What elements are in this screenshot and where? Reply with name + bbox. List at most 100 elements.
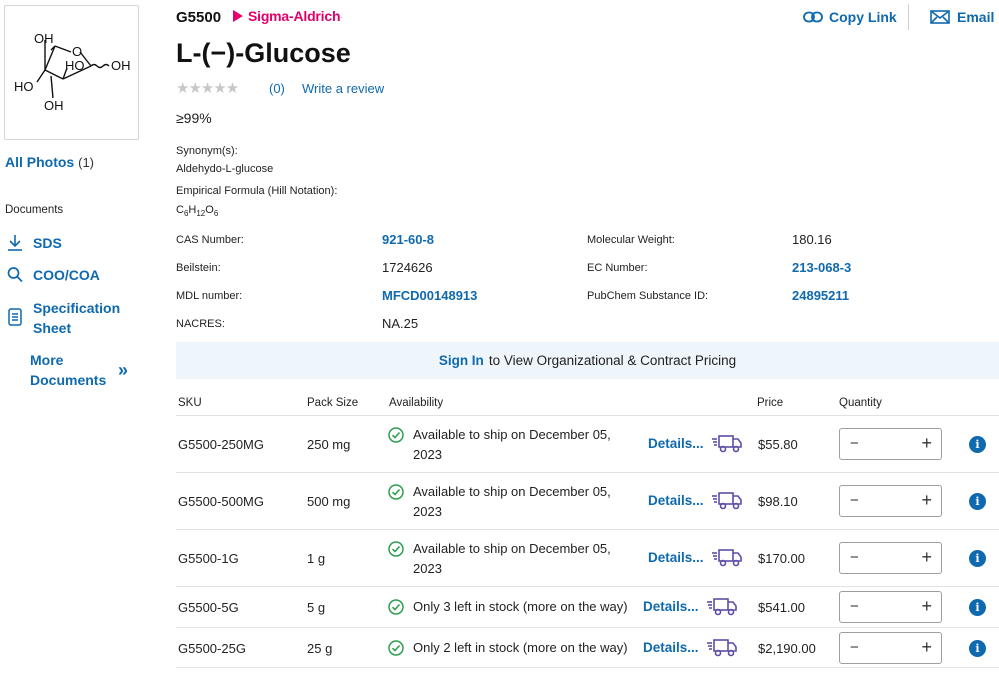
quantity-stepper[interactable]: − + xyxy=(839,632,942,664)
row-price: $98.10 xyxy=(758,494,798,509)
more-documents-link[interactable]: More Documents xyxy=(30,350,115,390)
doc-sds[interactable]: SDS xyxy=(5,233,62,253)
structure-ho-left: HO xyxy=(14,79,34,94)
documents-heading: Documents xyxy=(5,204,64,216)
quantity-decrement-button[interactable]: − xyxy=(850,492,859,509)
email-label: Email xyxy=(957,9,995,25)
doc-specification-sheet-label[interactable]: Specification Sheet xyxy=(33,298,128,338)
brand-reg-mark: . xyxy=(340,12,343,20)
row-sku: G5500-5G xyxy=(178,600,239,615)
row-availability-text: Only 2 left in stock (more on the way) xyxy=(413,640,628,655)
product-structure-image[interactable]: OH O HO OH HO OH xyxy=(4,5,139,140)
sign-in-banner-text: to View Organizational & Contract Pricin… xyxy=(488,353,737,368)
doc-coo-coa[interactable]: COO/COA xyxy=(5,265,100,285)
sign-in-link[interactable]: Sign In xyxy=(439,353,484,368)
write-review-link[interactable]: Write a review xyxy=(302,81,384,96)
structure-oh-bottom: OH xyxy=(44,98,64,113)
row-pack-size: 500 mg xyxy=(307,494,351,509)
table-row: G5500-5G 5 g Only 3 left in stock (more … xyxy=(176,586,999,627)
quantity-increment-button[interactable]: + xyxy=(921,596,932,617)
details-link[interactable]: Details... xyxy=(643,599,699,614)
check-circle-icon xyxy=(388,427,404,443)
check-circle-icon xyxy=(388,640,404,656)
download-icon xyxy=(5,233,25,252)
copy-link-label: Copy Link xyxy=(829,9,897,25)
quantity-decrement-button[interactable]: − xyxy=(850,639,859,656)
pubchem-value-link[interactable]: 24895211 xyxy=(792,288,849,303)
purity-value: ≥99% xyxy=(176,110,212,126)
product-title: L-(−)-Glucose xyxy=(176,38,351,68)
row-pack-size: 5 g xyxy=(307,600,326,615)
row-sku: G5500-25G xyxy=(178,641,246,656)
synonyms-value: Aldehydo-L-glucose xyxy=(176,163,274,175)
copy-link-button[interactable]: Copy Link xyxy=(803,9,897,25)
quantity-stepper[interactable]: − + xyxy=(839,485,942,517)
row-pack-size: 1 g xyxy=(307,551,326,566)
ec-value-link[interactable]: 213-068-3 xyxy=(792,260,851,275)
delivery-truck-icon xyxy=(707,598,737,616)
col-header-price: Price xyxy=(757,397,784,409)
row-availability: Only 2 left in stock (more on the way) xyxy=(388,638,628,658)
quantity-decrement-button[interactable]: − xyxy=(850,435,859,452)
quantity-increment-button[interactable]: + xyxy=(921,490,932,511)
quantity-stepper[interactable]: − + xyxy=(839,542,942,574)
quantity-stepper[interactable]: − + xyxy=(839,428,942,460)
row-sku: G5500-250MG xyxy=(178,437,264,452)
double-chevron-right-icon[interactable]: » xyxy=(118,360,128,381)
quantity-stepper[interactable]: − + xyxy=(839,591,942,623)
table-row: G5500-1G 1 g Available to ship on Decemb… xyxy=(176,529,999,586)
doc-specification-sheet[interactable]: Specification Sheet xyxy=(5,298,128,338)
review-count[interactable]: (0) xyxy=(269,81,285,96)
row-availability-text: Available to ship on December 05, 2023 xyxy=(413,427,611,462)
table-row: G5500-25G 25 g Only 2 left in stock (mor… xyxy=(176,627,999,668)
details-link[interactable]: Details... xyxy=(643,640,699,655)
info-icon[interactable]: i xyxy=(969,436,986,453)
info-icon[interactable]: i xyxy=(969,599,986,616)
info-icon[interactable]: i xyxy=(969,550,986,567)
row-availability: Available to ship on December 05, 2023 xyxy=(388,539,627,579)
cas-label: CAS Number: xyxy=(176,234,244,246)
structure-o-ring: O xyxy=(72,44,82,59)
details-link[interactable]: Details... xyxy=(648,550,704,565)
brand-arrow-icon xyxy=(233,10,243,22)
delivery-truck-icon xyxy=(712,492,742,510)
details-link[interactable]: Details... xyxy=(648,436,704,451)
document-icon xyxy=(5,298,25,326)
row-availability-text: Only 3 left in stock (more on the way) xyxy=(413,599,628,614)
row-availability: Available to ship on December 05, 2023 xyxy=(388,425,627,465)
formula-o: O xyxy=(205,204,214,216)
row-price: $170.00 xyxy=(758,551,805,566)
quantity-decrement-button[interactable]: − xyxy=(850,598,859,615)
mw-value: 180.16 xyxy=(792,232,832,247)
table-row: G5500-500MG 500 mg Available to ship on … xyxy=(176,472,999,529)
col-header-availability: Availability xyxy=(389,397,444,409)
structure-oh-right: OH xyxy=(111,58,131,73)
doc-coo-coa-label[interactable]: COO/COA xyxy=(33,265,100,285)
link-icon xyxy=(803,11,823,23)
all-photos-link[interactable]: All Photos xyxy=(5,154,74,170)
info-icon[interactable]: i xyxy=(969,493,986,510)
structure-ho-ring: HO xyxy=(65,58,85,73)
check-circle-icon xyxy=(388,599,404,615)
info-icon[interactable]: i xyxy=(969,640,986,657)
cas-value-link[interactable]: 921-60-8 xyxy=(382,232,434,247)
formula-h-count: 12 xyxy=(196,209,206,219)
delivery-truck-icon xyxy=(712,435,742,453)
rating-stars[interactable]: ★★★★★ xyxy=(176,79,239,97)
quantity-increment-button[interactable]: + xyxy=(921,433,932,454)
doc-sds-label[interactable]: SDS xyxy=(33,233,62,253)
quantity-increment-button[interactable]: + xyxy=(921,547,932,568)
quantity-increment-button[interactable]: + xyxy=(921,637,932,658)
email-button[interactable]: Email xyxy=(930,9,994,25)
all-photos[interactable]: All Photos (1) xyxy=(5,154,94,170)
formula-o-count: 6 xyxy=(213,209,219,219)
photo-count: (1) xyxy=(78,155,95,170)
quantity-decrement-button[interactable]: − xyxy=(850,549,859,566)
row-price: $55.80 xyxy=(758,437,798,452)
formula-value: C6H12O6 xyxy=(176,204,218,218)
details-link[interactable]: Details... xyxy=(648,493,704,508)
col-header-pack-size: Pack Size xyxy=(307,397,359,409)
mdl-value-link[interactable]: MFCD00148913 xyxy=(382,288,477,303)
brand-logo[interactable]: Sigma-Aldrich. xyxy=(233,8,342,24)
row-availability-text: Available to ship on December 05, 2023 xyxy=(413,484,611,519)
